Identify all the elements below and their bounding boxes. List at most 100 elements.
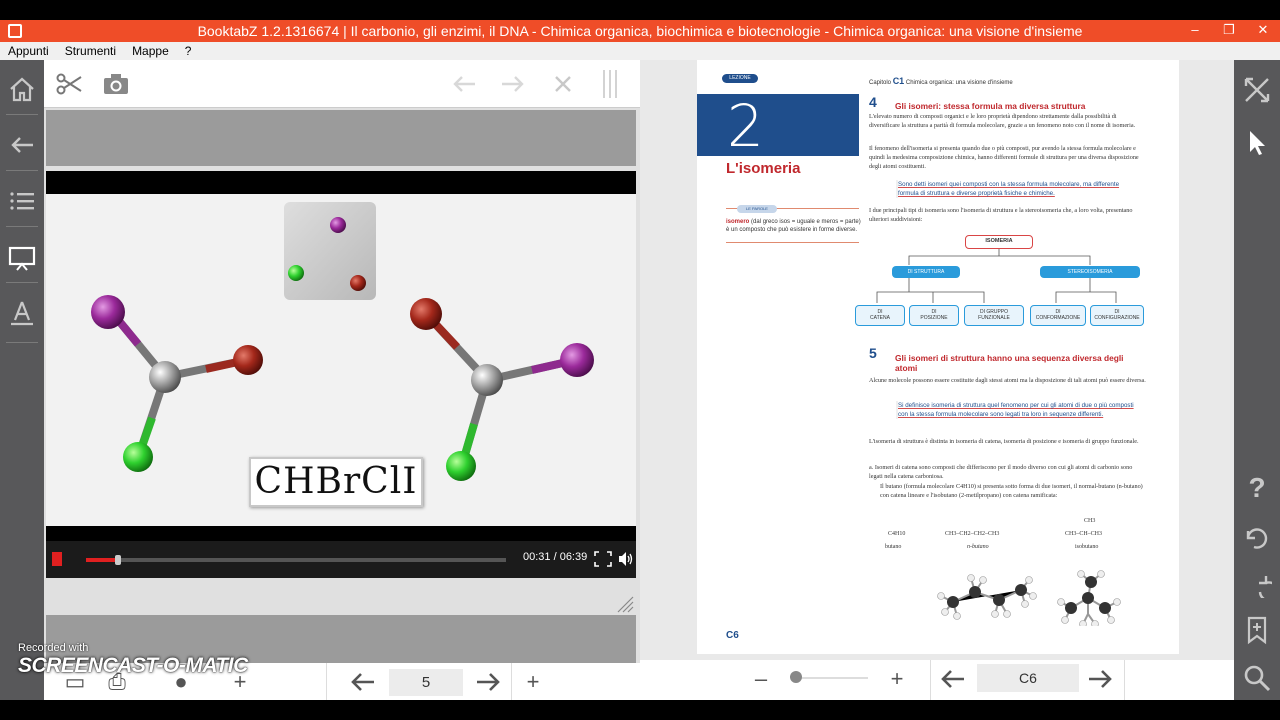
prev-arrow-icon[interactable] <box>449 69 479 99</box>
camera-icon[interactable] <box>101 69 131 99</box>
search-icon[interactable] <box>1242 663 1272 693</box>
butane-ball-models <box>937 570 1121 626</box>
next-arrow-icon[interactable] <box>498 69 528 99</box>
formula-isobutano-top: CH3 <box>1084 518 1096 524</box>
cube-iodine-dot <box>330 217 346 233</box>
menu-mappe[interactable]: Mappe <box>124 42 177 60</box>
screencast-watermark: Recorded with SCREENCAST-O-MATIC <box>18 642 248 678</box>
menu-appunti[interactable]: Appunti <box>0 42 57 60</box>
formula-isobutano: CH3–CH–CH3 <box>1065 531 1103 537</box>
zoom-in-button[interactable]: + <box>884 666 910 692</box>
left-sidebar <box>0 60 44 700</box>
resize-grip-icon[interactable] <box>616 595 634 613</box>
name-isobutano: isobutano <box>1075 544 1099 550</box>
parole-label: LE PAROLE <box>737 205 777 213</box>
formula-butano: C4H10 <box>888 531 906 537</box>
molecule-formula-label: CHBrClI <box>249 457 423 507</box>
nav-divider <box>326 663 327 700</box>
scissors-icon[interactable] <box>54 69 84 99</box>
sidebar-divider <box>6 114 38 115</box>
name-butano: butano <box>885 544 902 550</box>
prev-page-icon[interactable] <box>940 668 966 690</box>
diagram-leaf-posizione: DI POSIZIONE <box>909 305 959 326</box>
menu-strumenti[interactable]: Strumenti <box>57 42 124 60</box>
leaf-line-2: CONFIGURAZIONE <box>1094 315 1140 321</box>
next-page-icon[interactable] <box>475 671 501 693</box>
undo-icon[interactable] <box>1242 523 1272 553</box>
whiteboard-icon[interactable] <box>7 243 37 273</box>
bookmark-add-icon[interactable] <box>1242 615 1272 645</box>
collapse-icon[interactable] <box>1242 75 1272 105</box>
right-chlorine-atom <box>446 451 476 481</box>
lezione-label: LEZIONE <box>722 74 758 83</box>
split-icon[interactable] <box>596 69 626 99</box>
book-nav-bar: – + C6 <box>640 660 1234 700</box>
media-panel: CHBrClI 00:31 / 06:39 ▭ ⎙ ● + 5 + <box>44 60 640 700</box>
diagram-leaf-catena: DI CATENA <box>855 305 905 326</box>
menu-help[interactable]: ? <box>177 42 200 60</box>
lesson-title: L'isomeria <box>726 160 801 177</box>
add-page-button[interactable]: + <box>520 669 546 695</box>
fullscreen-icon[interactable] <box>594 551 612 567</box>
section-4-title: Gli isomeri: stessa formula ma diversa s… <box>895 101 1086 111</box>
list-icon[interactable] <box>7 186 37 216</box>
video-progress-fill <box>86 558 119 562</box>
zoom-slider-knob[interactable] <box>790 671 802 683</box>
right-sidebar: ? <box>1234 60 1280 700</box>
left-bromine-atom <box>233 345 263 375</box>
video-seek-handle[interactable] <box>115 555 122 565</box>
restore-button[interactable]: ❐ <box>1212 20 1246 42</box>
section-5-number: 5 <box>869 345 877 361</box>
close-window-button[interactable]: ✕ <box>1246 20 1280 42</box>
video-controls: 00:31 / 06:39 <box>46 541 636 578</box>
item-a-text: a. Isomeri di catena sono composti che d… <box>869 464 1133 481</box>
tools-icon[interactable] <box>7 298 37 328</box>
lesson-number: 2 <box>727 92 764 160</box>
glossary-term: isomero <box>726 219 750 225</box>
book-page[interactable]: LEZIONE 2 L'isomeria LE PAROLE isomero (… <box>697 60 1179 654</box>
video-seek-bar[interactable] <box>86 555 506 565</box>
chapter-header: Capitolo C1 Chimica organica: una vision… <box>869 76 1013 86</box>
window-controls: – ❐ ✕ <box>1178 20 1280 42</box>
sidebar-divider <box>6 282 38 283</box>
diagram-leaf-gruppo-funzionale: DI GRUPPO FUNZIONALE <box>964 305 1024 326</box>
chapter-title: Chimica organica: una visione d'insieme <box>905 80 1013 86</box>
diagram-root-node: ISOMERIA <box>965 235 1033 249</box>
diagram-branch-stereoisomeria: STEREOISOMERIA <box>1040 266 1140 278</box>
section-5-definition-text: Si definisce isomeria di struttura quel … <box>898 402 1134 419</box>
video-player[interactable]: CHBrClI 00:31 / 06:39 <box>46 171 636 578</box>
section-4-number: 4 <box>869 94 877 110</box>
prev-page-icon[interactable] <box>350 671 376 693</box>
volume-icon[interactable] <box>618 551 634 567</box>
close-icon[interactable] <box>548 69 578 99</box>
item-a-paragraph-2: Il butano (formula molecolare C4H10) si … <box>880 483 1143 500</box>
page-number-field[interactable]: 5 <box>389 669 463 696</box>
booktab-window: BooktabZ 1.2.1316674 | Il carbonio, gli … <box>0 0 1280 720</box>
zoom-slider-track[interactable] <box>792 677 868 679</box>
section-4-paragraph-2: Il fenomeno dell'isomeria si presenta qu… <box>869 145 1139 171</box>
right-iodine-atom <box>560 343 594 377</box>
next-page-icon[interactable] <box>1087 668 1113 690</box>
media-header-bar <box>46 110 636 166</box>
back-arrow-icon[interactable] <box>7 130 37 160</box>
sidebar-divider <box>6 342 38 343</box>
media-toolbar <box>44 60 640 108</box>
book-page-field[interactable]: C6 <box>977 664 1079 692</box>
pointer-icon[interactable] <box>1242 128 1272 158</box>
video-frame[interactable]: CHBrClI <box>46 194 636 526</box>
play-pause-button[interactable] <box>52 552 62 566</box>
section-4-paragraph-1: L'elevato numero di composti organici e … <box>869 113 1136 130</box>
title-bar: BooktabZ 1.2.1316674 | Il carbonio, gli … <box>0 0 1280 42</box>
zoom-out-button[interactable]: – <box>748 666 774 692</box>
menu-bar: Appunti Strumenti Mappe ? <box>0 42 1280 60</box>
leaf-line-2: CONFORMAZIONE <box>1035 315 1081 321</box>
home-icon[interactable] <box>7 74 37 104</box>
section-5-title: Gli isomeri di struttura hanno una seque… <box>895 353 1124 373</box>
nav-divider <box>1124 660 1125 700</box>
section-4-definition: Sono detti isomeri quei composti con la … <box>896 180 1128 199</box>
minimize-button[interactable]: – <box>1178 20 1212 42</box>
leaf-line-2: POSIZIONE <box>920 315 948 321</box>
redo-icon[interactable] <box>1242 568 1272 598</box>
section-4-paragraph-3: I due principali tipi di isomeria sono l… <box>869 207 1133 224</box>
help-icon[interactable]: ? <box>1242 473 1272 503</box>
